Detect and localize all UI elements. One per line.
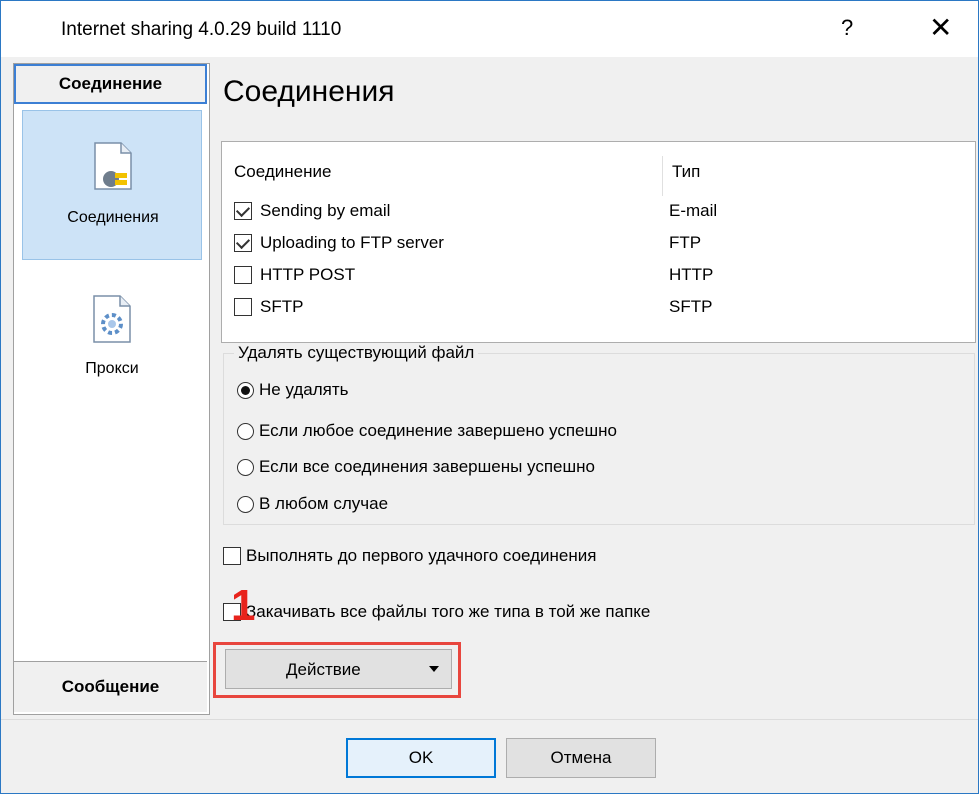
- connections-list[interactable]: Соединение Тип Sending by email E-mail U…: [221, 141, 976, 343]
- row-checkbox[interactable]: [234, 298, 252, 316]
- radio-label: Если любое соединение завершено успешно: [259, 421, 617, 440]
- group-label: Удалять существующий файл: [234, 343, 479, 363]
- radio-label: Если все соединения завершены успешно: [259, 457, 595, 476]
- list-header: Соединение Тип: [222, 156, 975, 196]
- row-name: Sending by email: [260, 201, 391, 220]
- row-type: E-mail: [669, 201, 718, 220]
- column-divider[interactable]: [662, 156, 663, 196]
- footer-divider: [1, 719, 978, 720]
- row-name: SFTP: [260, 297, 304, 316]
- annotation-highlight-box: [213, 642, 461, 698]
- sidebar: Соединение Соединения Прокси Сообщение: [13, 63, 210, 715]
- close-button[interactable]: ✕: [929, 11, 952, 44]
- row-name: HTTP POST: [260, 265, 356, 284]
- radio-button[interactable]: [237, 382, 254, 399]
- list-row[interactable]: Sending by email E-mail: [222, 197, 975, 227]
- row-checkbox[interactable]: [234, 234, 252, 252]
- column-header-connection[interactable]: Соединение: [234, 162, 331, 182]
- sidebar-item-label: Соединения: [67, 209, 159, 226]
- row-name: Uploading to FTP server: [260, 233, 444, 252]
- option-label: Закачивать все файлы того же типа в той …: [246, 602, 651, 621]
- option-label: Выполнять до первого удачного соединения: [246, 546, 597, 565]
- row-type: SFTP: [669, 297, 713, 316]
- sidebar-header-connection[interactable]: Соединение: [14, 64, 207, 104]
- help-button[interactable]: ?: [841, 15, 853, 41]
- list-row[interactable]: SFTP SFTP: [222, 293, 975, 323]
- row-type: HTTP: [669, 265, 714, 284]
- connection-document-icon: [94, 142, 132, 190]
- ok-button[interactable]: OK: [346, 738, 496, 778]
- sidebar-footer-message[interactable]: Сообщение: [14, 661, 207, 712]
- dialog-window: Internet sharing 4.0.29 build 1110 ? ✕ С…: [0, 0, 979, 794]
- radio-button[interactable]: [237, 496, 254, 513]
- column-header-type[interactable]: Тип: [672, 162, 700, 182]
- radio-label: В любом случае: [259, 494, 389, 513]
- window-title: Internet sharing 4.0.29 build 1110: [61, 19, 342, 40]
- sidebar-item-label: Прокси: [85, 360, 139, 377]
- page-title: Соединения: [223, 75, 395, 108]
- cancel-button[interactable]: Отмена: [506, 738, 656, 778]
- list-row[interactable]: Uploading to FTP server FTP: [222, 229, 975, 259]
- option-checkbox[interactable]: [223, 547, 241, 565]
- list-row[interactable]: HTTP POST HTTP: [222, 261, 975, 291]
- title-bar: Internet sharing 4.0.29 build 1110 ? ✕: [1, 1, 978, 57]
- radio-label: Не удалять: [259, 380, 349, 399]
- row-checkbox[interactable]: [234, 266, 252, 284]
- row-type: FTP: [669, 233, 702, 252]
- annotation-marker: 1: [231, 581, 256, 630]
- radio-button[interactable]: [237, 423, 254, 440]
- gear-document-icon: [93, 295, 131, 343]
- radio-button[interactable]: [237, 459, 254, 476]
- sidebar-item-proxy[interactable]: Прокси: [22, 264, 202, 414]
- sidebar-item-connections[interactable]: Соединения: [22, 110, 202, 260]
- row-checkbox[interactable]: [234, 202, 252, 220]
